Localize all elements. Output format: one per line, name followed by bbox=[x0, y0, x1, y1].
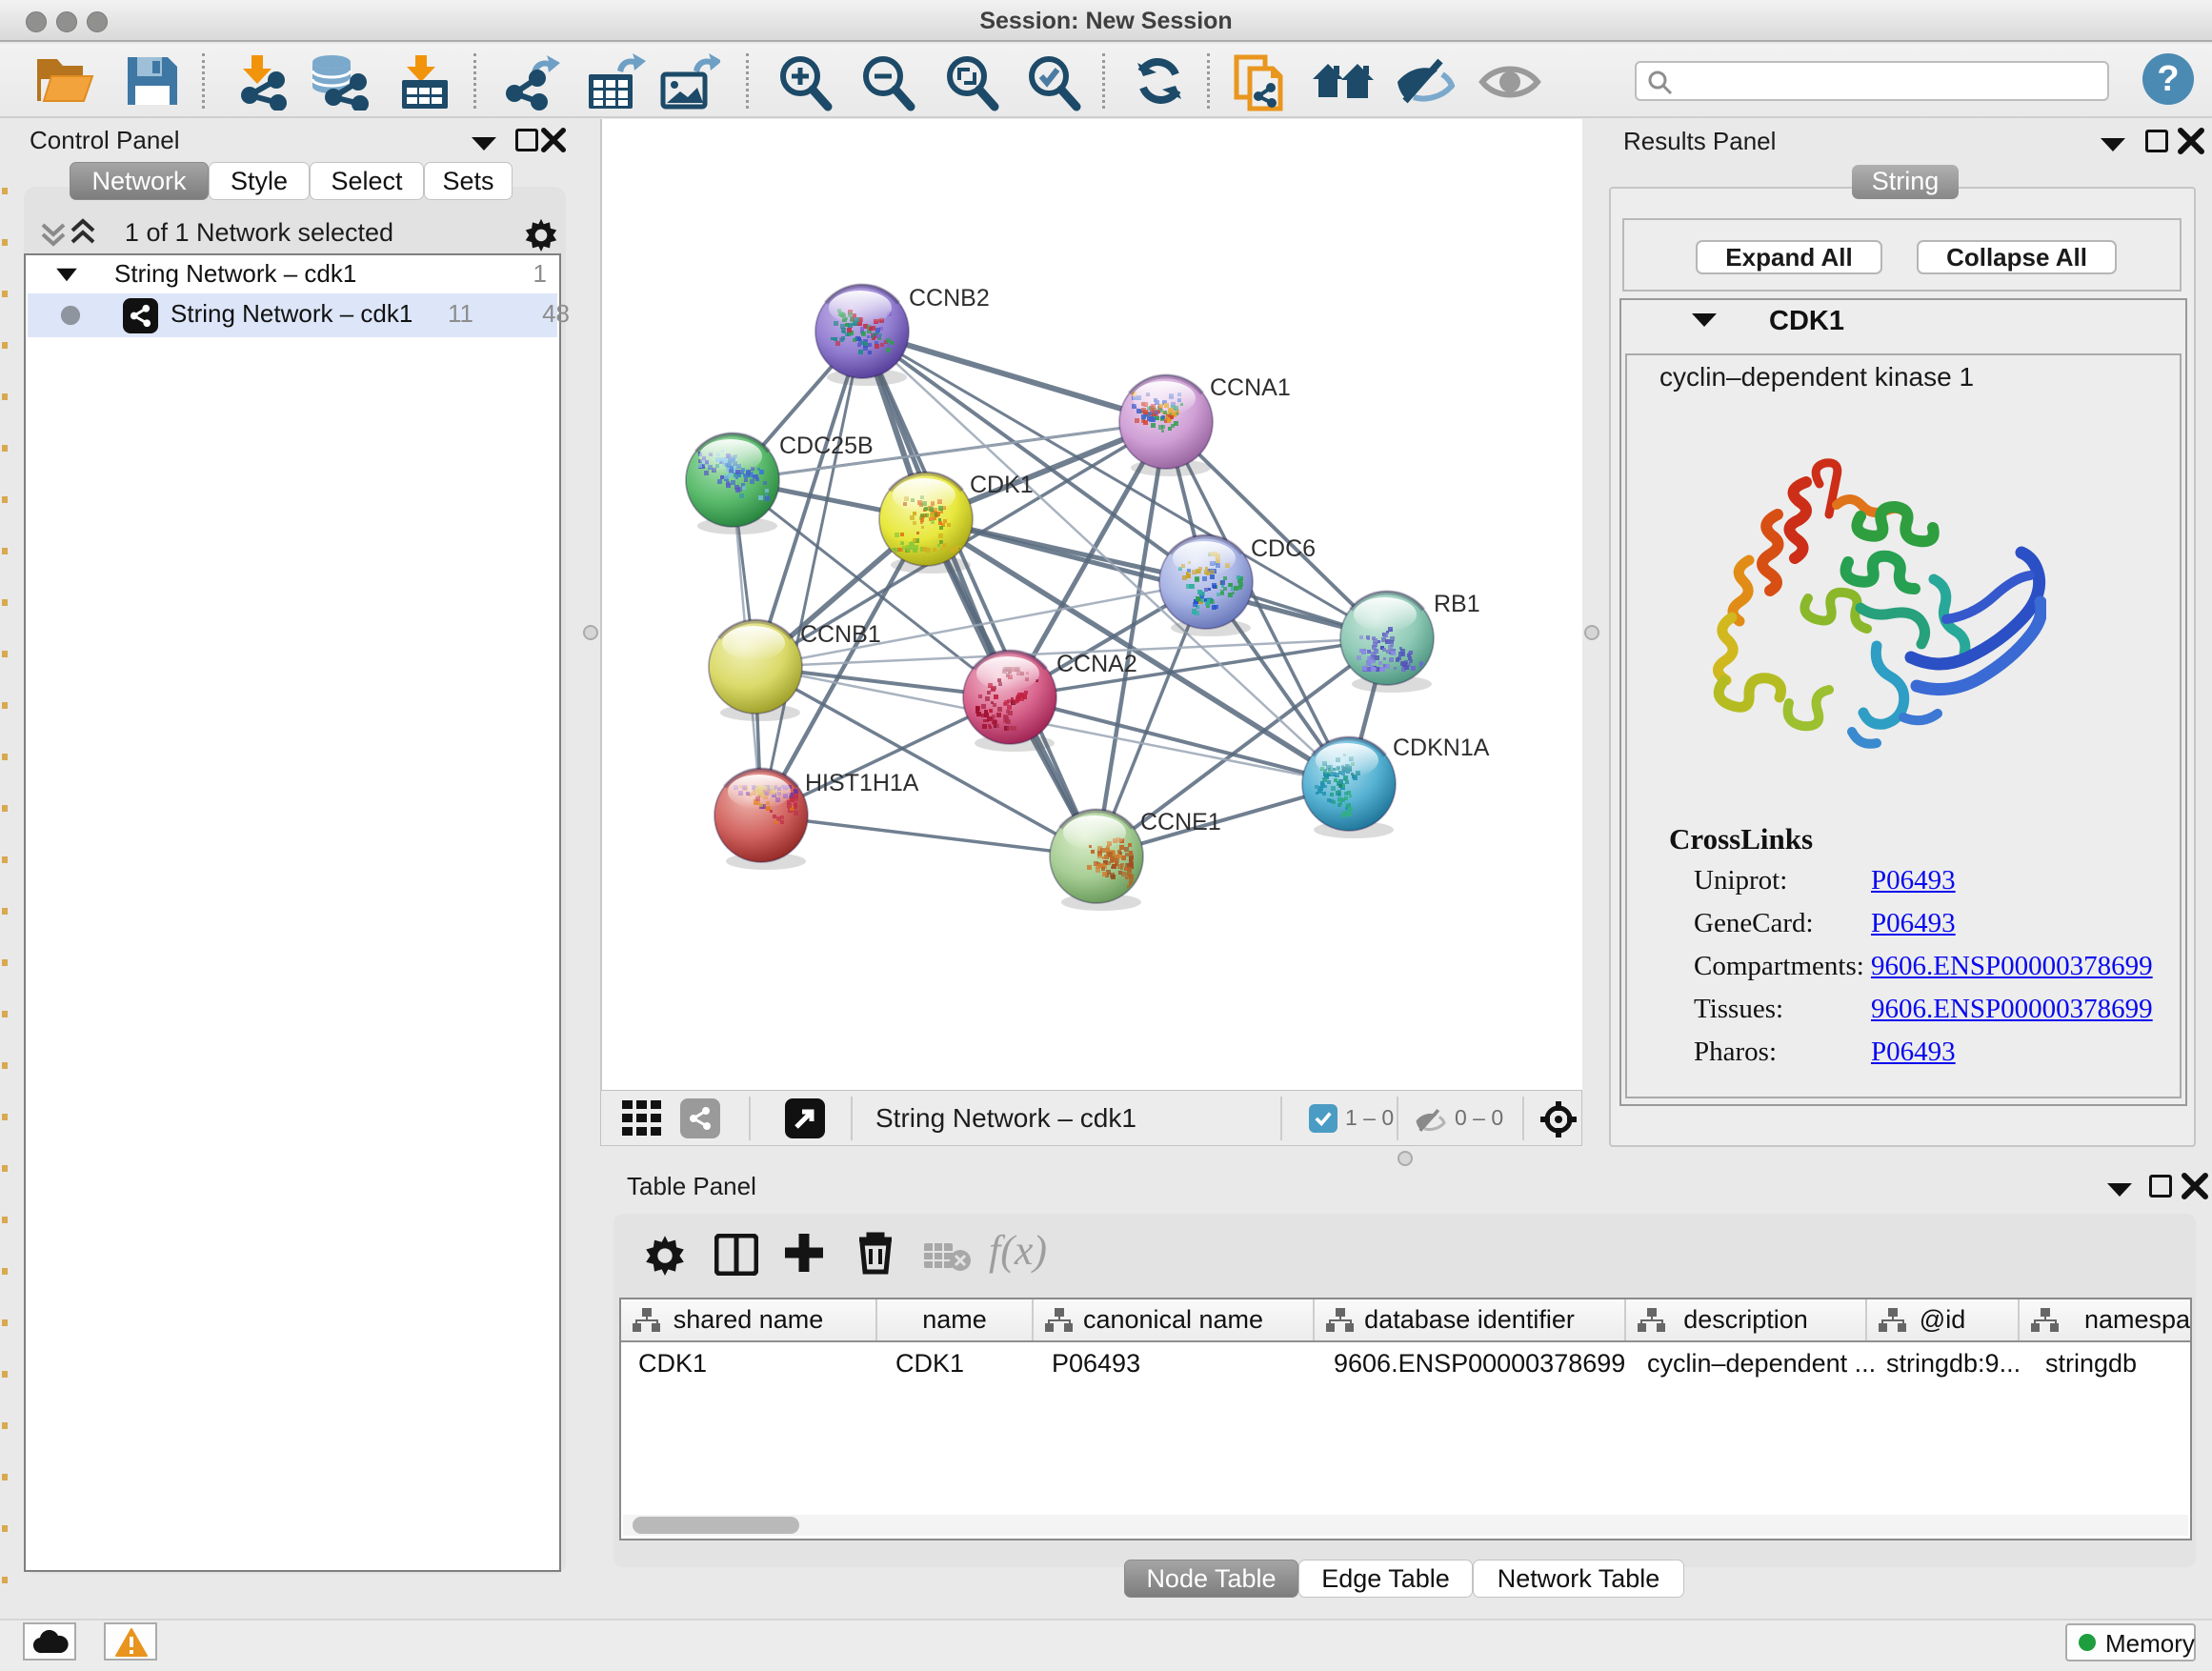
svg-text:CCNA1: CCNA1 bbox=[1210, 374, 1291, 401]
svg-text:HIST1H1A: HIST1H1A bbox=[805, 770, 919, 796]
svg-text:?: ? bbox=[2157, 59, 2179, 99]
svg-text:CCNE1: CCNE1 bbox=[1140, 809, 1221, 836]
svg-text:CDC25B: CDC25B bbox=[779, 433, 874, 459]
svg-text:CDC6: CDC6 bbox=[1251, 535, 1316, 562]
svg-text:RB1: RB1 bbox=[1434, 591, 1480, 617]
svg-text:CCNB2: CCNB2 bbox=[909, 285, 990, 312]
svg-text:CDKN1A: CDKN1A bbox=[1393, 735, 1490, 761]
svg-text:CDK1: CDK1 bbox=[970, 472, 1034, 498]
svg-text:CCNB1: CCNB1 bbox=[800, 621, 881, 648]
svg-text:CCNA2: CCNA2 bbox=[1056, 651, 1137, 677]
